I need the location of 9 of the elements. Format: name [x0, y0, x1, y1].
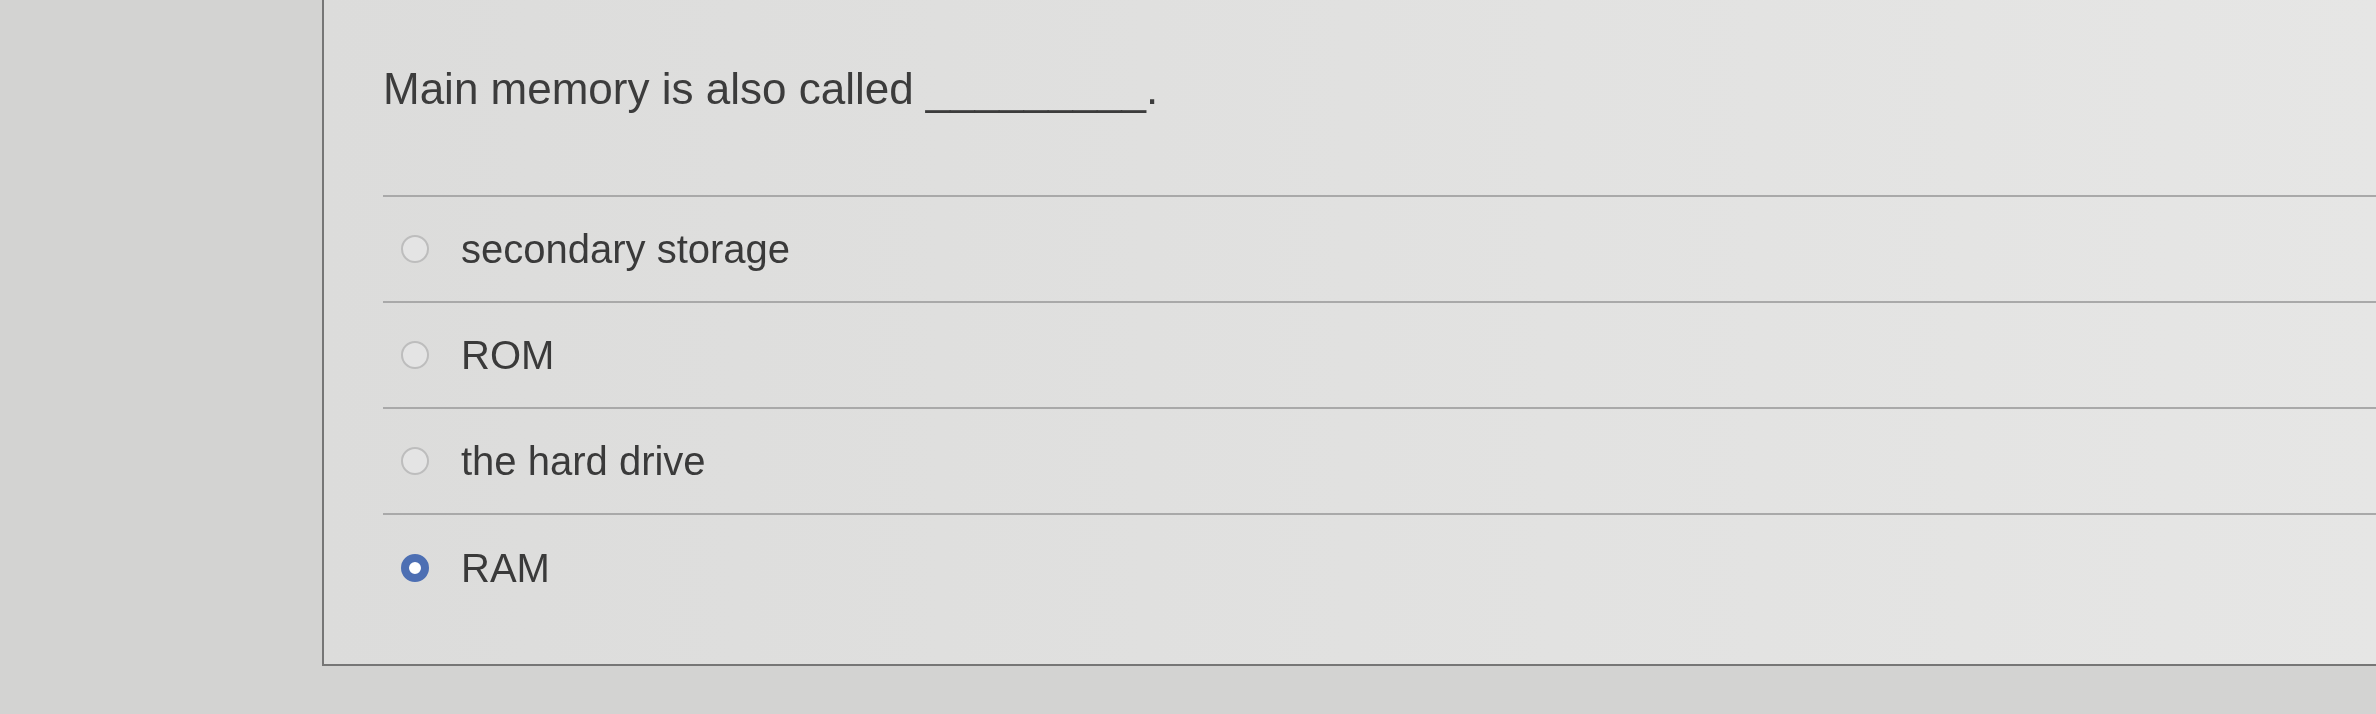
- radio-button[interactable]: [401, 341, 429, 369]
- option-label[interactable]: ROM: [461, 330, 555, 380]
- option-label[interactable]: secondary storage: [461, 224, 791, 274]
- radio-button[interactable]: [401, 235, 429, 263]
- question-text: Main memory is also called _________.: [383, 63, 1159, 115]
- option-label[interactable]: RAM: [461, 543, 550, 593]
- radio-button[interactable]: [401, 447, 429, 475]
- option-label[interactable]: the hard drive: [461, 436, 706, 486]
- radio-button[interactable]: [401, 554, 429, 582]
